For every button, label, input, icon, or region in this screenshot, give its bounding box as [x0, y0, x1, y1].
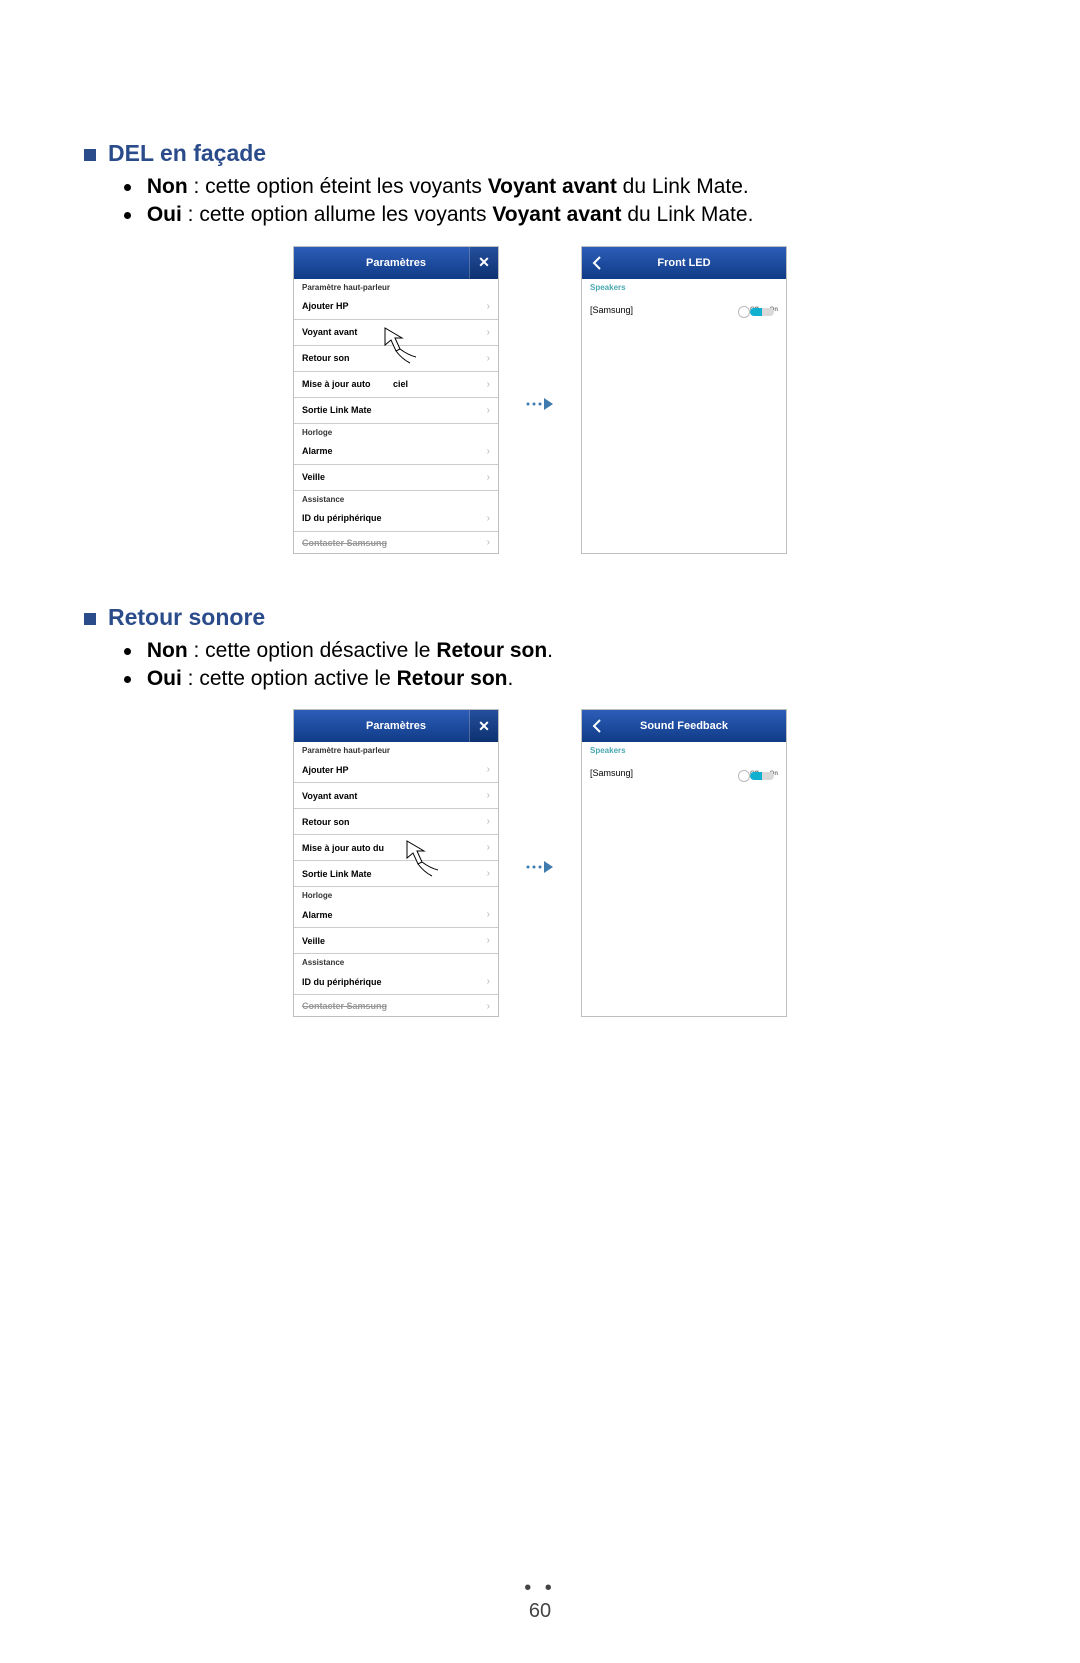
- dot-icon: [124, 648, 131, 655]
- list-item[interactable]: ID du périphérique›: [294, 969, 498, 995]
- square-bullet-icon: [84, 149, 96, 161]
- phone-titlebar: Paramètres ✕: [294, 710, 498, 742]
- phone-titlebar: Front LED: [582, 247, 786, 279]
- section-heading-retour: Retour sonore: [84, 604, 996, 631]
- list-item[interactable]: Contacter Samsung›: [294, 532, 498, 554]
- sound-feedback-phone: Sound Feedback Speakers [Samsung] OffOn: [581, 709, 787, 1017]
- section-heading-del: DEL en façade: [84, 140, 996, 167]
- close-icon[interactable]: ✕: [469, 247, 498, 279]
- chevron-right-icon: ›: [487, 816, 490, 827]
- parametres-phone: Paramètres ✕ Paramètre haut-parleur Ajou…: [293, 246, 499, 554]
- bullet-list: Non : cette option éteint les voyants Vo…: [124, 173, 996, 230]
- list-item[interactable]: Ajouter HP›: [294, 294, 498, 320]
- square-bullet-icon: [84, 613, 96, 625]
- dot-icon: [124, 676, 131, 683]
- chevron-right-icon: ›: [487, 301, 490, 312]
- section-label: Assistance: [294, 491, 498, 506]
- section-label: Horloge: [294, 424, 498, 439]
- chevron-right-icon: ›: [487, 1001, 490, 1012]
- arrow-right-icon: [525, 396, 555, 417]
- chevron-right-icon: ›: [487, 842, 490, 853]
- figure-row: Paramètres ✕ Paramètre haut-parleur Ajou…: [84, 709, 996, 1017]
- list-item[interactable]: Veille›: [294, 465, 498, 491]
- parametres-phone: Paramètres ✕ Paramètre haut-parleur Ajou…: [293, 709, 499, 1017]
- bullet-line: Non : cette option éteint les voyants Vo…: [124, 173, 996, 201]
- close-icon[interactable]: ✕: [469, 710, 498, 742]
- list-item[interactable]: Ajouter HP›: [294, 757, 498, 783]
- chevron-right-icon: ›: [487, 446, 490, 457]
- phone-titlebar: Paramètres ✕: [294, 247, 498, 279]
- list-item[interactable]: Retour son›: [294, 346, 498, 372]
- phone-title: Paramètres: [366, 257, 426, 269]
- section-label: Assistance: [294, 954, 498, 969]
- speaker-row[interactable]: [Samsung] OffOn: [582, 294, 786, 326]
- chevron-right-icon: ›: [487, 764, 490, 775]
- bullet-line: Non : cette option désactive le Retour s…: [124, 637, 996, 665]
- list-item[interactable]: Mise à jour auto du›: [294, 835, 498, 861]
- chevron-right-icon: ›: [487, 513, 490, 524]
- chevron-right-icon: ›: [487, 790, 490, 801]
- chevron-right-icon: ›: [487, 472, 490, 483]
- list-item[interactable]: Sortie Link Mate›: [294, 861, 498, 887]
- phone-title: Paramètres: [366, 720, 426, 732]
- phone-title: Sound Feedback: [640, 720, 728, 732]
- dot-icon: [124, 184, 131, 191]
- chevron-right-icon: ›: [487, 327, 490, 338]
- list-item[interactable]: Sortie Link Mate›: [294, 398, 498, 424]
- chevron-right-icon: ›: [487, 935, 490, 946]
- chevron-right-icon: ›: [487, 379, 490, 390]
- back-icon[interactable]: [582, 247, 612, 279]
- chevron-right-icon: ›: [487, 909, 490, 920]
- list-item[interactable]: Voyant avant›: [294, 320, 498, 346]
- speaker-row[interactable]: [Samsung] OffOn: [582, 757, 786, 789]
- bullet-line: Oui : cette option active le Retour son.: [124, 665, 996, 693]
- chevron-right-icon: ›: [487, 868, 490, 879]
- page-number: 60: [84, 1600, 996, 1623]
- dots-icon: • •: [84, 1577, 996, 1600]
- front-led-phone: Front LED Speakers [Samsung] OffOn: [581, 246, 787, 554]
- list-item[interactable]: Retour son›: [294, 809, 498, 835]
- list-item[interactable]: ID du périphérique›: [294, 506, 498, 532]
- chevron-right-icon: ›: [487, 353, 490, 364]
- chevron-right-icon: ›: [487, 976, 490, 987]
- section-label: Speakers: [582, 279, 786, 294]
- section-label: Paramètre haut-parleur: [294, 279, 498, 294]
- list-item[interactable]: Voyant avant›: [294, 783, 498, 809]
- chevron-right-icon: ›: [487, 537, 490, 548]
- bullet-list: Non : cette option désactive le Retour s…: [124, 637, 996, 694]
- phone-titlebar: Sound Feedback: [582, 710, 786, 742]
- page-footer: • • 60: [84, 1577, 996, 1623]
- section-label: Speakers: [582, 742, 786, 757]
- bullet-line: Oui : cette option allume les voyants Vo…: [124, 201, 996, 229]
- list-item[interactable]: Contacter Samsung›: [294, 995, 498, 1017]
- list-item[interactable]: Alarme›: [294, 439, 498, 465]
- arrow-right-icon: [525, 859, 555, 880]
- chevron-right-icon: ›: [487, 405, 490, 416]
- back-icon[interactable]: [582, 710, 612, 742]
- section-label: Paramètre haut-parleur: [294, 742, 498, 757]
- list-item[interactable]: Alarme›: [294, 902, 498, 928]
- list-item[interactable]: Veille›: [294, 928, 498, 954]
- section-label: Horloge: [294, 887, 498, 902]
- dot-icon: [124, 212, 131, 219]
- figure-row: Paramètres ✕ Paramètre haut-parleur Ajou…: [84, 246, 996, 554]
- list-item[interactable]: Mise à jour auto ciel›: [294, 372, 498, 398]
- phone-title: Front LED: [657, 257, 710, 269]
